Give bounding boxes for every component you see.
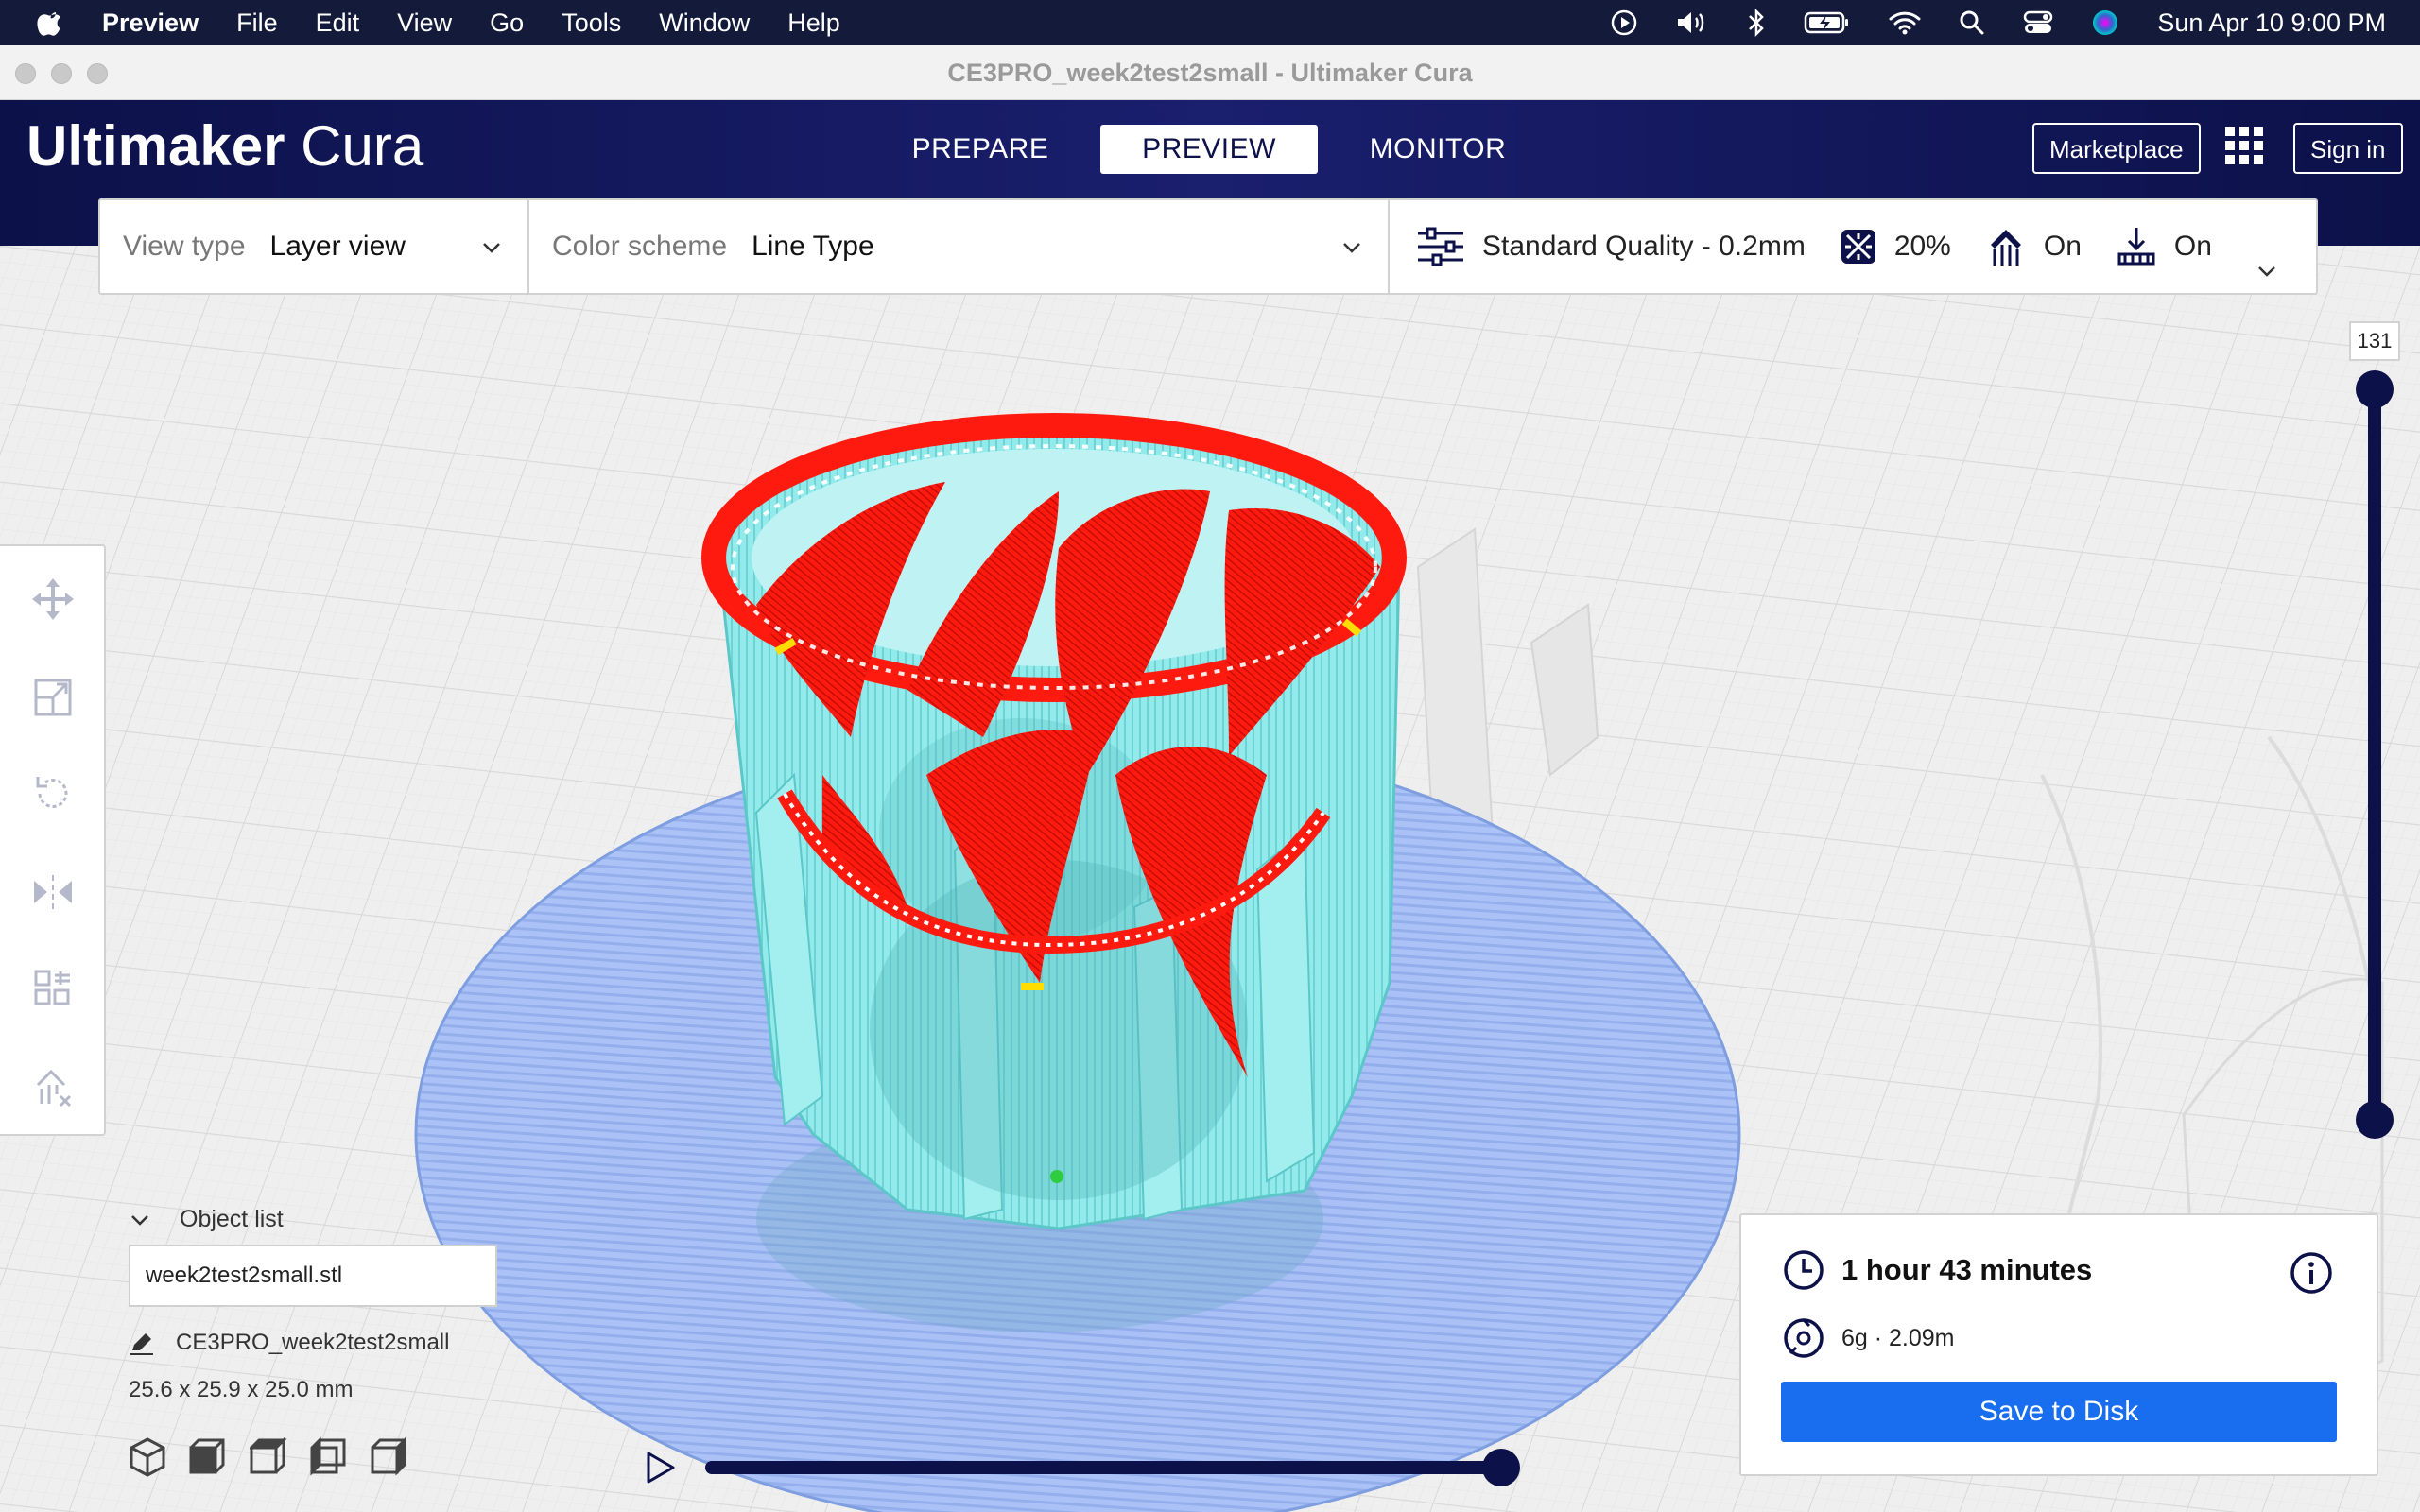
play-icon[interactable]: [643, 1450, 677, 1486]
camera-view-buttons: [129, 1436, 408, 1478]
pencil-icon: [130, 1333, 153, 1355]
path-slider-track[interactable]: [705, 1461, 1503, 1474]
cube-3d-icon: [130, 1437, 165, 1477]
object-list-title: Object list: [180, 1206, 284, 1232]
layer-slider-bottom-handle[interactable]: [2356, 1101, 2394, 1139]
settings-bar: View type Layer view Color scheme Line T…: [98, 198, 2318, 295]
apps-grid-icon[interactable]: [2223, 125, 2265, 166]
print-settings-sliders-icon: [1418, 227, 1463, 266]
tool-panel: [0, 544, 106, 1136]
menu-go[interactable]: Go: [490, 9, 524, 38]
menu-bar: Preview File Edit View Go Tools Window H…: [0, 0, 2420, 45]
print-time: 1 hour 43 minutes: [1841, 1253, 2093, 1286]
menu-tools[interactable]: Tools: [562, 9, 621, 38]
layer-slider-top-handle[interactable]: [2356, 370, 2394, 408]
path-slider-handle[interactable]: [1482, 1449, 1520, 1486]
chevron-down-icon: [1343, 243, 1360, 253]
rotate-tool-button[interactable]: [25, 765, 81, 822]
tab-preview[interactable]: PREVIEW: [1100, 125, 1318, 174]
cube-left-icon: [310, 1436, 346, 1476]
object-list-panel: Object list week2test2small.stl CE3PRO_w…: [129, 1206, 507, 1403]
move-tool-button[interactable]: [25, 571, 81, 627]
job-name-row[interactable]: CE3PRO_week2test2small: [129, 1330, 507, 1356]
wifi-icon[interactable]: [1889, 9, 1921, 36]
tab-prepare[interactable]: PREPARE: [872, 125, 1089, 174]
color-scheme-value: Line Type: [752, 231, 874, 262]
color-scheme-label: Color scheme: [552, 231, 728, 262]
infill-icon: [1841, 230, 1876, 264]
bluetooth-icon[interactable]: [1747, 9, 1766, 37]
battery-icon[interactable]: [1804, 10, 1851, 35]
menu-window[interactable]: Window: [659, 9, 750, 38]
control-center-icon[interactable]: [2023, 9, 2053, 36]
view-type-label: View type: [123, 231, 246, 262]
window-titlebar: CE3PRO_week2test2small - Ultimaker Cura: [0, 45, 2420, 100]
view-right-button[interactable]: [371, 1436, 408, 1478]
job-name: CE3PRO_week2test2small: [176, 1330, 450, 1355]
support-value: On: [2043, 231, 2082, 262]
volume-icon[interactable]: [1675, 9, 1709, 36]
object-list-toggle[interactable]: Object list: [129, 1206, 507, 1233]
screen-record-icon[interactable]: [1611, 9, 1637, 36]
menu-help[interactable]: Help: [787, 9, 840, 38]
color-scheme-dropdown[interactable]: Color scheme Line Type: [529, 200, 1390, 293]
view-type-dropdown[interactable]: View type Layer view: [100, 200, 529, 293]
object-list-item[interactable]: week2test2small.stl: [129, 1245, 497, 1307]
quality-profile: Standard Quality - 0.2mm: [1482, 231, 1806, 262]
menu-edit[interactable]: Edit: [316, 9, 360, 38]
layer-slider-track[interactable]: [2368, 387, 2381, 1121]
chevron-down-icon: [2258, 266, 2275, 277]
mirror-tool-button[interactable]: [25, 864, 81, 920]
per-model-settings-button[interactable]: [25, 960, 81, 1017]
view-3d-button[interactable]: [129, 1436, 166, 1478]
view-front-button[interactable]: [189, 1436, 227, 1478]
print-settings-panel-toggle[interactable]: Standard Quality - 0.2mm 20% On On: [1390, 226, 2316, 277]
menu-view[interactable]: View: [397, 9, 452, 38]
adhesion-value: On: [2173, 231, 2212, 262]
save-to-disk-button[interactable]: Save to Disk: [1781, 1382, 2337, 1442]
chevron-down-icon: [483, 243, 500, 253]
clock-icon: [1784, 1250, 1824, 1290]
per-model-settings-icon: [34, 970, 70, 1005]
cube-top-icon: [248, 1436, 287, 1474]
support-icon: [1990, 230, 2021, 266]
cube-front-icon: [189, 1438, 225, 1474]
adhesion-icon: [2118, 228, 2155, 266]
spool-icon: [1784, 1318, 1824, 1358]
window-title: CE3PRO_week2test2small - Ultimaker Cura: [947, 59, 1473, 87]
cube-right-icon: [371, 1436, 406, 1476]
scale-icon: [34, 679, 72, 716]
view-left-button[interactable]: [310, 1436, 348, 1478]
support-blocker-icon: [36, 1069, 72, 1108]
model-dimensions: 25.6 x 25.9 x 25.0 mm: [129, 1377, 354, 1402]
material-estimate: 6g · 2.09m: [1841, 1324, 1955, 1351]
menubar-clock[interactable]: Sun Apr 10 9:00 PM: [2157, 9, 2386, 38]
view-top-button[interactable]: [248, 1436, 287, 1478]
print-info-panel: 1 hour 43 minutes 6g · 2.09m Save to Dis…: [1739, 1213, 2378, 1476]
menu-app-name[interactable]: Preview: [102, 9, 199, 38]
rotate-icon: [36, 777, 68, 808]
apple-icon[interactable]: [36, 8, 66, 38]
spotlight-search-icon[interactable]: [1959, 9, 1985, 36]
mirror-icon: [34, 875, 72, 909]
info-icon[interactable]: [2290, 1251, 2333, 1295]
tab-monitor[interactable]: MONITOR: [1329, 125, 1547, 174]
chevron-down-icon: [131, 1214, 148, 1226]
stage-tabs: PREPARE PREVIEW MONITOR: [872, 125, 1558, 174]
current-layer-number[interactable]: 131: [2349, 321, 2400, 361]
move-icon: [32, 578, 74, 620]
marketplace-button[interactable]: Marketplace: [2032, 123, 2201, 174]
view-type-value: Layer view: [269, 231, 406, 262]
siri-icon[interactable]: [2091, 9, 2119, 37]
scale-tool-button[interactable]: [25, 669, 81, 726]
infill-value: 20%: [1893, 231, 1951, 262]
support-blocker-button[interactable]: [25, 1058, 81, 1115]
menu-file[interactable]: File: [236, 9, 278, 38]
ultimaker-cura-logo: Ultimaker Cura: [26, 114, 424, 178]
sign-in-button[interactable]: Sign in: [2293, 123, 2403, 174]
